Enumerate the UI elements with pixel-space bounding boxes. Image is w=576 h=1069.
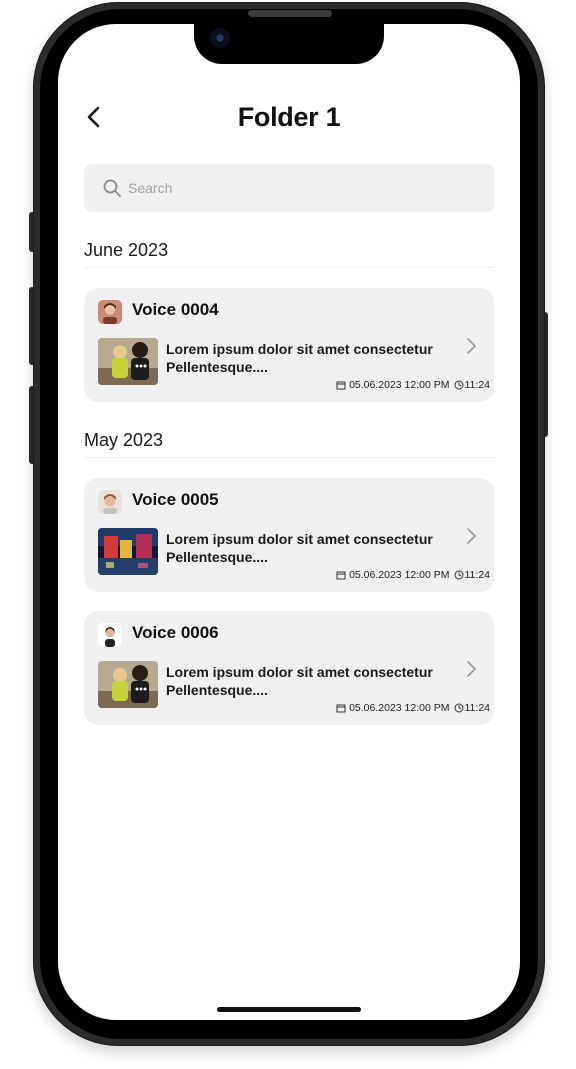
notch (194, 24, 384, 64)
description-line: Lorem ipsum dolor sit amet consectetur (166, 341, 433, 357)
avatar (98, 490, 122, 514)
thumbnail-image (98, 661, 158, 708)
voice-meta: 05.06.2023 12:00 PM 11:24 (336, 702, 490, 714)
voice-title: Voice 0005 (132, 490, 219, 509)
avatar (98, 623, 122, 647)
voice-meta: 05.06.2023 12:00 PM 11:24 (336, 379, 490, 391)
avatar (98, 300, 122, 324)
section-heading-may: May 2023 (84, 430, 494, 458)
voice-card-0004[interactable]: Voice 0004 Lorem ipsum dolor sit amet co… (84, 288, 494, 402)
description-line: Lorem ipsum dolor sit amet consectetur (166, 531, 433, 547)
voice-title: Voice 0004 (132, 300, 219, 319)
clock-icon (454, 570, 463, 580)
duration: 11:24 (464, 569, 491, 581)
duration: 11:24 (464, 379, 491, 391)
chevron-right-icon (467, 528, 476, 544)
voice-description: Lorem ipsum dolor sit amet consectetur P… (166, 530, 456, 566)
description-line: Pellentesque.... (166, 549, 268, 565)
thumbnail-image (98, 338, 158, 385)
voice-title: Voice 0006 (132, 623, 219, 642)
calendar-icon (336, 571, 346, 580)
chevron-right-icon (467, 661, 476, 677)
voice-card-0005[interactable]: Voice 0005 Lorem ipsum dolor sit amet co… (84, 478, 494, 592)
calendar-icon (336, 704, 346, 713)
date-time: 05.06.2023 12:00 PM (349, 702, 450, 714)
description-line: Pellentesque.... (166, 682, 268, 698)
clock-icon (454, 380, 463, 390)
duration: 11:24 (464, 702, 491, 714)
header: Folder 1 (58, 96, 520, 140)
description-line: Pellentesque.... (166, 359, 268, 375)
voice-description: Lorem ipsum dolor sit amet consectetur P… (166, 663, 456, 699)
search-input[interactable] (128, 180, 468, 196)
clock-icon (454, 703, 463, 713)
voice-meta: 05.06.2023 12:00 PM 11:24 (336, 569, 490, 581)
section-heading-june: June 2023 (84, 240, 494, 268)
search-icon (103, 179, 121, 197)
page-title: Folder 1 (237, 102, 341, 132)
search-bar[interactable] (84, 164, 494, 212)
camera-icon (210, 28, 230, 48)
thumbnail-image (98, 528, 158, 575)
description-line: Lorem ipsum dolor sit amet consectetur (166, 664, 433, 680)
app-screen: Folder 1 June 2023 Voice 0004 (58, 24, 520, 1020)
chevron-right-icon (467, 338, 476, 354)
voice-card-0006[interactable]: Voice 0006 Lorem ipsum dolor sit amet co… (84, 611, 494, 725)
phone-speaker (248, 10, 332, 17)
calendar-icon (336, 381, 346, 390)
date-time: 05.06.2023 12:00 PM (349, 569, 450, 581)
home-indicator[interactable] (217, 1007, 361, 1012)
voice-description: Lorem ipsum dolor sit amet consectetur P… (166, 340, 456, 376)
date-time: 05.06.2023 12:00 PM (349, 379, 450, 391)
